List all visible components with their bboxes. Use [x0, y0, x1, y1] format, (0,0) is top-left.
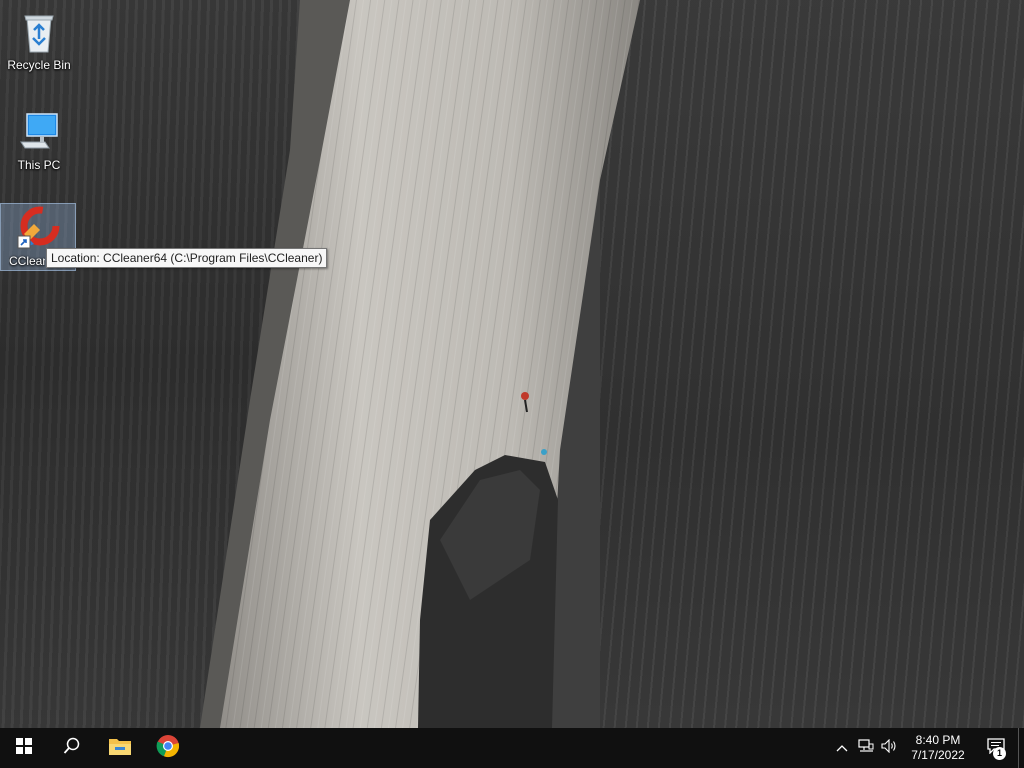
chrome-icon — [156, 734, 180, 763]
this-pc-icon — [15, 108, 63, 156]
search-button[interactable] — [48, 728, 96, 768]
wallpaper-granite-slab — [200, 0, 640, 728]
taskbar: 8:40 PM 7/17/2022 1 — [0, 728, 1024, 768]
location-tooltip: Location: CCleaner64 (C:\Program Files\C… — [46, 248, 328, 268]
volume-button[interactable] — [878, 728, 902, 768]
windows-start-icon — [16, 737, 32, 759]
show-desktop-button[interactable] — [1018, 728, 1024, 768]
recycle-bin-icon — [15, 8, 63, 56]
tray-overflow-button[interactable] — [830, 728, 854, 768]
chevron-up-icon — [836, 739, 848, 757]
start-button[interactable] — [0, 728, 48, 768]
ccleaner-icon — [14, 204, 62, 252]
clock[interactable]: 8:40 PM 7/17/2022 — [902, 728, 974, 768]
file-explorer-button[interactable] — [96, 728, 144, 768]
clock-date: 7/17/2022 — [911, 748, 965, 762]
desktop-icon-label: Recycle Bin — [7, 58, 71, 72]
desktop-icon-recycle-bin[interactable]: Recycle Bin — [2, 8, 76, 78]
network-button[interactable] — [854, 728, 878, 768]
action-center-button[interactable]: 1 — [974, 728, 1018, 768]
clock-time: 8:40 PM — [915, 733, 961, 747]
volume-icon — [881, 738, 899, 758]
network-icon — [858, 738, 874, 758]
search-icon — [63, 737, 81, 760]
desktop-icon-label: CCleaner — [9, 254, 45, 268]
desktop-icon-this-pc[interactable]: This PC — [2, 108, 76, 178]
chrome-button[interactable] — [144, 728, 192, 768]
desktop[interactable]: Recycle Bin This PC CCleaner Location: C… — [0, 0, 1024, 728]
desktop-icon-label: This PC — [17, 158, 61, 172]
file-explorer-icon — [108, 736, 132, 761]
system-tray: 8:40 PM 7/17/2022 1 — [830, 728, 1024, 768]
notification-badge: 1 — [993, 747, 1006, 760]
